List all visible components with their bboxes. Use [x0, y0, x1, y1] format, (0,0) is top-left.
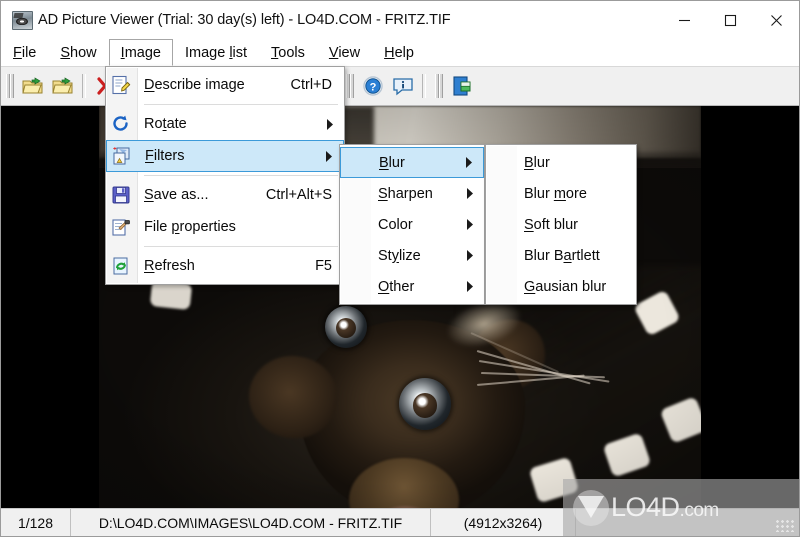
- menu-item-refresh[interactable]: Refresh F5: [106, 250, 344, 282]
- toolbar-grip[interactable]: [5, 73, 14, 99]
- blur-submenu-popup: Blur Blur more Soft blur Blur Bartlett G…: [485, 144, 637, 305]
- svg-text:?: ?: [370, 82, 377, 94]
- menu-view[interactable]: View: [317, 39, 372, 66]
- app-icon: [12, 10, 33, 30]
- menu-separator: [144, 246, 338, 247]
- menu-item-shortcut: Ctrl+Alt+S: [265, 187, 332, 203]
- describe-image-icon: [106, 69, 136, 101]
- menu-item-label: Other: [378, 278, 415, 295]
- menu-item-label: Blur: [379, 154, 405, 171]
- toolbar-separator: [422, 74, 426, 98]
- title-bar: AD Picture Viewer (Trial: 30 day(s) left…: [1, 1, 799, 39]
- menu-separator: [144, 104, 338, 105]
- menu-item-label: Describe image: [144, 77, 245, 93]
- submenu-item-blur[interactable]: Blur: [340, 147, 484, 178]
- chevron-right-icon: [462, 188, 484, 199]
- chevron-right-icon: [322, 118, 344, 130]
- chevron-right-icon: [462, 281, 484, 292]
- menu-item-label: Stylize: [378, 247, 421, 264]
- menu-file[interactable]: File: [1, 39, 48, 66]
- filters-icon: [107, 140, 137, 172]
- toolbar-grip[interactable]: [434, 73, 443, 99]
- window-controls: [661, 1, 799, 39]
- open-file-icon[interactable]: [18, 71, 48, 101]
- file-properties-icon: [106, 211, 136, 243]
- menu-item-label: Save as...: [144, 187, 209, 203]
- app-window: AD Picture Viewer (Trial: 30 day(s) left…: [0, 0, 800, 537]
- submenu-item-sharpen[interactable]: Sharpen: [340, 178, 484, 209]
- rotate-icon: [106, 108, 136, 140]
- submenu-item-blur-bartlett[interactable]: Blur Bartlett: [486, 240, 636, 271]
- status-bar: 1/128 D:\LO4D.COM\IMAGES\LO4D.COM - FRIT…: [1, 508, 799, 536]
- about-info-icon[interactable]: [388, 71, 418, 101]
- submenu-item-stylize[interactable]: Stylize: [340, 240, 484, 271]
- menu-item-label: Blur more: [524, 185, 587, 202]
- save-icon: [106, 179, 136, 211]
- menu-tools[interactable]: Tools: [259, 39, 317, 66]
- chevron-right-icon: [462, 219, 484, 230]
- minimize-button[interactable]: [661, 1, 707, 39]
- menu-help[interactable]: Help: [372, 39, 426, 66]
- menu-image[interactable]: Image: [108, 39, 173, 66]
- menu-item-label: Refresh: [144, 258, 195, 274]
- submenu-item-blur[interactable]: Blur: [486, 147, 636, 178]
- refresh-icon: [106, 250, 136, 282]
- submenu-item-color[interactable]: Color: [340, 209, 484, 240]
- status-image-index: 1/128: [1, 509, 71, 536]
- menu-item-save-as[interactable]: Save as... Ctrl+Alt+S: [106, 179, 344, 211]
- menu-show[interactable]: Show: [48, 39, 108, 66]
- toolbar-grip[interactable]: [345, 73, 354, 99]
- menu-item-label: Blur Bartlett: [524, 247, 600, 264]
- menu-item-file-properties[interactable]: File properties: [106, 211, 344, 243]
- menu-item-label: Sharpen: [378, 185, 433, 202]
- menu-item-label: Filters: [145, 148, 185, 164]
- close-button[interactable]: [753, 1, 799, 39]
- chevron-right-icon: [462, 250, 484, 261]
- menu-item-label: Rotate: [144, 116, 187, 132]
- status-spacer: [576, 509, 799, 536]
- menu-separator: [144, 175, 338, 176]
- toolbar-separator: [82, 74, 86, 98]
- submenu-item-other[interactable]: Other: [340, 271, 484, 302]
- menu-item-label: Soft blur: [524, 216, 579, 233]
- menu-item-label: Blur: [524, 154, 550, 171]
- chevron-right-icon: [461, 157, 483, 168]
- menu-item-rotate[interactable]: Rotate: [106, 108, 344, 140]
- exit-icon[interactable]: [447, 71, 477, 101]
- maximize-button[interactable]: [707, 1, 753, 39]
- image-menu-popup: Describe image Ctrl+D Rotate Filters Sav…: [105, 66, 345, 285]
- menu-item-filters[interactable]: Filters: [106, 140, 344, 172]
- submenu-item-blur-more[interactable]: Blur more: [486, 178, 636, 209]
- menu-item-label: Gausian blur: [524, 278, 607, 295]
- menu-item-label: Color: [378, 216, 413, 233]
- filters-submenu-popup: Blur Sharpen Color Stylize Other: [339, 144, 485, 305]
- status-image-dimensions: (4912x3264): [431, 509, 576, 536]
- menu-bar: File Show Image Image list Tools View He…: [1, 39, 799, 66]
- submenu-item-gausian-blur[interactable]: Gausian blur: [486, 271, 636, 302]
- open-folder-icon[interactable]: [48, 71, 78, 101]
- help-icon[interactable]: ?: [358, 71, 388, 101]
- window-title: AD Picture Viewer (Trial: 30 day(s) left…: [38, 12, 451, 28]
- status-file-path: D:\LO4D.COM\IMAGES\LO4D.COM - FRITZ.TIF: [71, 509, 431, 536]
- menu-item-shortcut: Ctrl+D: [290, 77, 333, 93]
- menu-item-describe-image[interactable]: Describe image Ctrl+D: [106, 69, 344, 101]
- menu-item-label: File properties: [144, 219, 236, 235]
- menu-image-list[interactable]: Image list: [173, 39, 259, 66]
- submenu-item-soft-blur[interactable]: Soft blur: [486, 209, 636, 240]
